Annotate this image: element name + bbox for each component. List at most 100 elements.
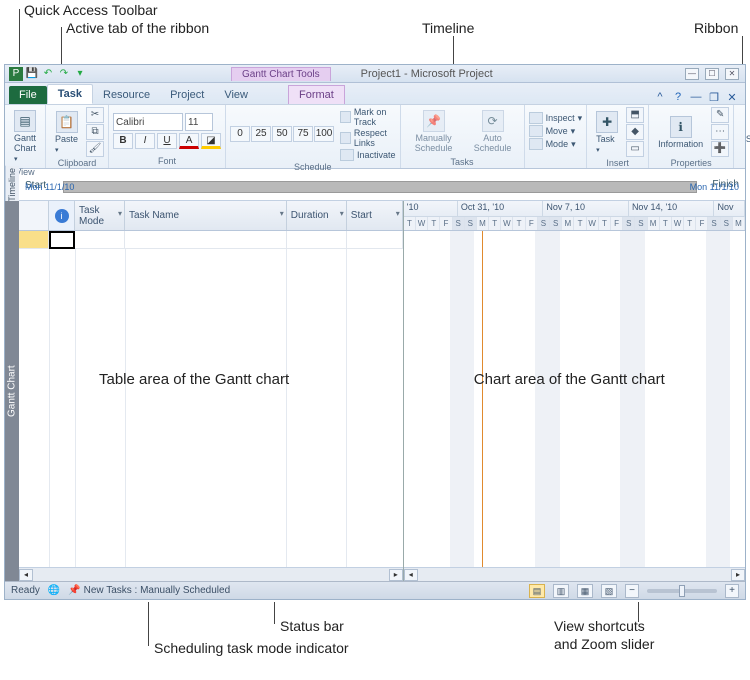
file-tab[interactable]: File xyxy=(9,86,47,104)
timescale-day[interactable]: F xyxy=(526,217,538,230)
tab-resource[interactable]: Resource xyxy=(93,86,160,104)
timescale-day[interactable]: M xyxy=(648,217,660,230)
row-number-cell[interactable] xyxy=(19,231,49,249)
timescale-month[interactable]: '10 xyxy=(404,201,458,216)
col-duration[interactable]: Duration▾ xyxy=(287,201,347,230)
col-info[interactable]: i xyxy=(49,201,75,230)
timescale-day[interactable]: T xyxy=(684,217,696,230)
pct-25-button[interactable]: 25 xyxy=(251,126,271,142)
timescale-day[interactable]: M xyxy=(562,217,574,230)
dropdown-icon[interactable]: ▾ xyxy=(396,209,400,218)
close-icon[interactable]: ✕ xyxy=(725,68,739,80)
globe-icon[interactable]: 🌐 xyxy=(48,585,60,596)
pct-50-button[interactable]: 50 xyxy=(272,126,292,142)
view-gantt-button[interactable]: ▤ xyxy=(529,584,545,598)
timescale-month[interactable]: Nov xyxy=(714,201,745,216)
zoom-thumb[interactable] xyxy=(679,585,685,597)
col-task-name[interactable]: Task Name▾ xyxy=(125,201,287,230)
move-button[interactable]: Move ▾ xyxy=(529,125,583,137)
mdi-restore-icon[interactable]: ❐ xyxy=(707,90,721,104)
cell[interactable] xyxy=(287,231,347,249)
maximize-icon[interactable]: ☐ xyxy=(705,68,719,80)
timescale-day[interactable]: F xyxy=(440,217,452,230)
zoom-in-button[interactable]: + xyxy=(725,584,739,598)
zoom-slider[interactable] xyxy=(647,589,717,593)
auto-schedule-button[interactable]: ⟳ Auto Schedule xyxy=(466,107,520,156)
scroll-right-icon[interactable]: ▸ xyxy=(389,569,403,581)
scroll-right-icon[interactable]: ▸ xyxy=(731,569,745,581)
tab-view[interactable]: View xyxy=(214,86,258,104)
redo-icon[interactable]: ↷ xyxy=(57,67,71,81)
timescale-day[interactable]: S xyxy=(538,217,550,230)
copy-button[interactable]: ⧉ xyxy=(86,124,104,140)
timescale-month[interactable]: Oct 31, '10 xyxy=(458,201,544,216)
save-icon[interactable]: 💾 xyxy=(25,67,39,81)
minimize-ribbon-icon[interactable]: ^ xyxy=(653,90,667,104)
pct-75-button[interactable]: 75 xyxy=(293,126,313,142)
timescale-day[interactable]: T xyxy=(599,217,611,230)
timescale-day[interactable]: T xyxy=(404,217,416,230)
cell[interactable] xyxy=(75,231,125,249)
col-start[interactable]: Start▾ xyxy=(347,201,403,230)
inactivate-button[interactable]: Inactivate xyxy=(340,149,396,161)
timeline-track[interactable] xyxy=(63,181,697,193)
zoom-out-button[interactable]: − xyxy=(625,584,639,598)
timescale-day[interactable]: S xyxy=(708,217,720,230)
timescale-day[interactable]: S xyxy=(453,217,465,230)
timescale-day[interactable]: F xyxy=(611,217,623,230)
underline-button[interactable]: U xyxy=(157,133,177,149)
font-color-button[interactable]: A xyxy=(179,133,199,149)
add-to-timeline-button[interactable]: ➕ xyxy=(711,141,729,157)
deliverable-button[interactable]: ▭ xyxy=(626,141,644,157)
timescale-day[interactable]: W xyxy=(501,217,513,230)
format-painter-button[interactable]: 🖌 xyxy=(86,141,104,157)
timescale-day[interactable]: T xyxy=(574,217,586,230)
col-task-mode[interactable]: Task Mode▾ xyxy=(75,201,125,230)
timescale-day[interactable]: W xyxy=(587,217,599,230)
timescale-days[interactable]: TWTFSSMTWTFSSMTWTFSSMTWTFSSM xyxy=(404,217,745,231)
timescale-month[interactable]: Nov 7, 10 xyxy=(543,201,629,216)
summary-button[interactable]: ⬒ xyxy=(626,107,644,123)
chart-body[interactable]: Chart area of the Gantt chart xyxy=(404,231,745,567)
milestone-button[interactable]: ◆ xyxy=(626,124,644,140)
bold-button[interactable]: B xyxy=(113,133,133,149)
timeline-pane[interactable]: Timeline Start Finish Mon 11/1/10 Mon 11… xyxy=(5,169,745,201)
information-button[interactable]: ℹ Information xyxy=(653,113,708,152)
table-hscrollbar[interactable]: ◂ ▸ xyxy=(19,567,403,581)
timescale-day[interactable]: W xyxy=(672,217,684,230)
timescale-day[interactable]: W xyxy=(416,217,428,230)
timescale-day[interactable]: S xyxy=(550,217,562,230)
timescale-day[interactable]: T xyxy=(428,217,440,230)
timescale-day[interactable]: S xyxy=(623,217,635,230)
view-task-usage-button[interactable]: ▥ xyxy=(553,584,569,598)
manually-schedule-button[interactable]: 📌 Manually Schedule xyxy=(405,107,463,156)
tab-format[interactable]: Format xyxy=(288,85,345,104)
respect-links-button[interactable]: Respect Links xyxy=(340,128,396,148)
selected-cell[interactable] xyxy=(49,231,75,249)
new-tasks-mode[interactable]: 📌 New Tasks : Manually Scheduled xyxy=(68,585,230,596)
mode-button[interactable]: Mode ▾ xyxy=(529,138,583,150)
timescale-day[interactable]: S xyxy=(465,217,477,230)
mdi-minimize-icon[interactable]: — xyxy=(689,90,703,104)
gantt-chart-button[interactable]: ▤ Gantt Chart xyxy=(9,107,41,166)
timescale-header[interactable]: '10 Oct 31, '10 Nov 7, 10 Nov 14, '10 No… xyxy=(404,201,745,231)
timescale-day[interactable]: T xyxy=(660,217,672,230)
timescale-month[interactable]: Nov 14, '10 xyxy=(629,201,715,216)
table-row[interactable] xyxy=(19,231,403,249)
cut-button[interactable]: ✂ xyxy=(86,107,104,123)
timescale-day[interactable]: M xyxy=(477,217,489,230)
dropdown-icon[interactable]: ▾ xyxy=(340,209,344,218)
tab-task[interactable]: Task xyxy=(47,84,93,104)
pct-0-button[interactable]: 0 xyxy=(230,126,250,142)
paste-button[interactable]: 📋 Paste xyxy=(50,108,83,157)
task-button[interactable]: ✚ Task xyxy=(591,108,623,157)
scroll-left-icon[interactable]: ◂ xyxy=(19,569,33,581)
cell[interactable] xyxy=(347,231,403,249)
help-icon[interactable]: ? xyxy=(671,90,685,104)
mdi-close-icon[interactable]: ✕ xyxy=(725,90,739,104)
scroll-left-icon[interactable]: ◂ xyxy=(404,569,418,581)
minimize-icon[interactable]: — xyxy=(685,68,699,80)
timescale-day[interactable]: S xyxy=(635,217,647,230)
cell[interactable] xyxy=(125,231,287,249)
timescale-day[interactable]: M xyxy=(733,217,745,230)
